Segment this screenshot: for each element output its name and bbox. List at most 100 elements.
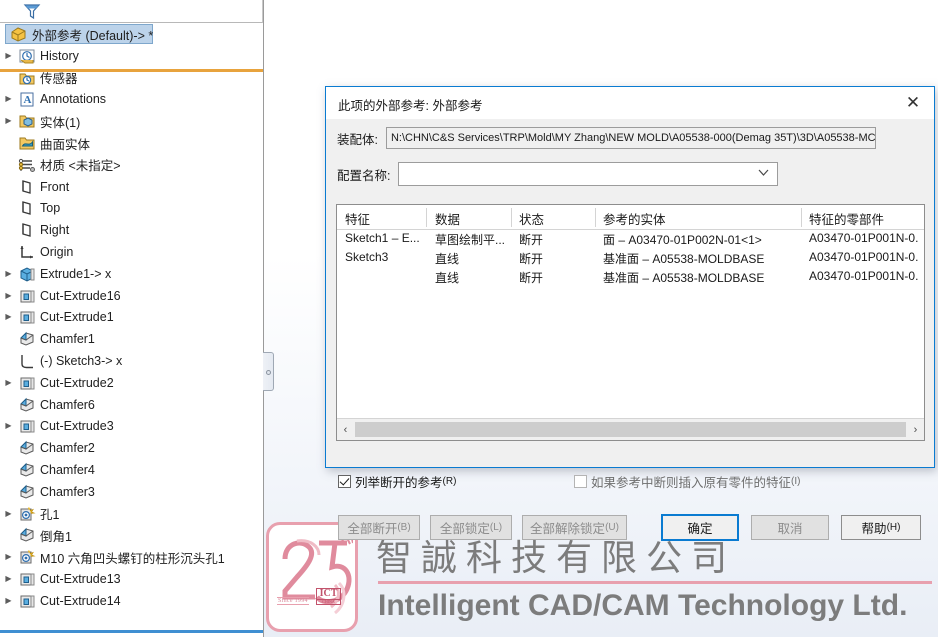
tree-item[interactable]: ▶Right — [0, 219, 263, 241]
expand-arrow-icon[interactable]: ▶ — [0, 596, 17, 605]
tree-item[interactable]: ▶Chamfer1 — [0, 328, 263, 350]
table-row[interactable]: 直线 断开 基准面 – A05538-MOLDBASE A03470-01P001N-… — [337, 268, 924, 287]
table-row[interactable]: Sketch1 – E... 草图绘制平... 断开 面 – A03470-01P00… — [337, 230, 924, 249]
table-row[interactable]: Sketch3 直线 断开 基准面 – A05538-MOLDBASE A03470-0… — [337, 249, 924, 268]
tree-item[interactable]: ▶Chamfer4 — [0, 459, 263, 481]
tree-item[interactable]: ▶ Cut-Extrude16 — [0, 285, 263, 307]
dialog-title: 此项的外部参考: 外部参考 — [338, 99, 483, 113]
hole-wizard-icon — [17, 505, 37, 523]
checkbox-box-icon[interactable] — [338, 475, 351, 488]
tree-item-label: Cut-Extrude14 — [40, 593, 121, 608]
insert-original-feature-checkbox[interactable]: 如果参考中断则插入原有零件的特征 (I) — [574, 472, 800, 491]
tree-item[interactable]: ▶ 孔1 — [0, 503, 263, 525]
table-horizontal-scrollbar[interactable]: ‹ › — [337, 418, 924, 440]
history-icon — [17, 47, 37, 65]
tree-item-label: 材质 <未指定> — [40, 159, 121, 174]
tree-item-label: Chamfer3 — [40, 484, 95, 499]
tree-item-label: Front — [40, 179, 70, 194]
badge-ict-small: CHINA — [322, 599, 335, 604]
tree-item[interactable]: ▶Front — [0, 176, 263, 198]
expand-arrow-icon[interactable]: ▶ — [0, 553, 17, 561]
table-column-header[interactable]: 状态 — [519, 209, 544, 228]
tree-item[interactable]: ▶ Cut-Extrude1 — [0, 307, 263, 329]
tree-rows: 外部参考 (Default)-> *▶History▶传感器▶AAnnotati… — [0, 23, 263, 612]
chamfer-icon — [17, 483, 37, 501]
tree-item[interactable]: ▶ Cut-Extrude2 — [0, 372, 263, 394]
application-window: Since 1994 ICT CHINA 智誠科技有限公司 Intelligen… — [0, 0, 938, 637]
tree-item[interactable]: ▶ A Annotations — [0, 89, 263, 111]
close-icon[interactable]: ✕ — [892, 87, 934, 118]
expand-arrow-icon[interactable]: ▶ — [0, 269, 17, 278]
tree-item[interactable]: ▶ History — [0, 45, 263, 67]
column-divider[interactable] — [511, 208, 512, 227]
tree-item-label: 曲面实体 — [40, 137, 91, 152]
scroll-left-icon[interactable]: ‹ — [337, 419, 354, 440]
external-references-dialog[interactable]: 此项的外部参考: 外部参考 ✕ 装配体: N:\CHN\C&S Services… — [325, 86, 935, 541]
feature-manager-tree-panel[interactable]: 外部参考 (Default)-> *▶History▶传感器▶AAnnotati… — [0, 0, 264, 637]
configuration-name-dropdown[interactable] — [398, 162, 779, 186]
lock-all-button[interactable]: 全部锁定 (L) — [430, 515, 512, 540]
funnel-icon[interactable] — [23, 3, 41, 20]
tree-item-root[interactable]: 外部参考 (Default)-> * — [0, 23, 263, 45]
expand-arrow-icon[interactable]: ▶ — [0, 291, 17, 300]
expand-arrow-icon[interactable]: ▶ — [0, 575, 17, 583]
tree-item[interactable]: ▶ Cut-Extrude3 — [0, 416, 263, 438]
help-button[interactable]: 帮助 (H) — [841, 515, 921, 540]
svg-text:A: A — [24, 94, 32, 106]
panel-splitter-handle[interactable] — [263, 352, 274, 391]
tree-item[interactable]: ▶ 实体(1) — [0, 110, 263, 132]
table-column-header[interactable]: 参考的实体 — [603, 209, 666, 228]
chamfer-icon — [17, 461, 37, 479]
table-cell-referenced-entity: 面 – A03470-01P002N-01<1> — [603, 233, 762, 247]
assembly-path-field[interactable]: N:\CHN\C&S Services\TRP\Mold\MY Zhang\NE… — [385, 127, 876, 149]
expand-arrow-icon[interactable]: ▶ — [0, 51, 17, 60]
tree-item-label: Cut-Extrude2 — [40, 375, 114, 390]
expand-arrow-icon[interactable]: ▶ — [0, 95, 17, 103]
break-all-hint: (B) — [397, 522, 411, 533]
tree-item[interactable]: ▶Chamfer3 — [0, 481, 263, 503]
insert-original-feature-hint: (I) — [791, 476, 801, 487]
tree-item[interactable]: ▶ Cut-Extrude14 — [0, 590, 263, 612]
references-table[interactable]: 特征 数据 状态 参考的实体 特征的零部件 Sketch1 – E... 草图绘制平...… — [336, 204, 925, 441]
cancel-button[interactable]: 取消 — [751, 515, 829, 540]
column-divider[interactable] — [595, 208, 596, 227]
tree-item[interactable]: ▶ Cut-Extrude13 — [0, 568, 263, 590]
tree-item[interactable]: ▶倒角1 — [0, 525, 263, 547]
table-column-header[interactable]: 特征 — [345, 209, 370, 228]
expand-arrow-icon[interactable]: ▶ — [0, 313, 17, 321]
table-column-header[interactable]: 特征的零部件 — [809, 209, 884, 228]
table-body[interactable]: Sketch1 – E... 草图绘制平... 断开 面 – A03470-01P00… — [337, 230, 924, 416]
tree-item[interactable]: ▶ Extrude1-> x — [0, 263, 263, 285]
checkbox-box-icon[interactable] — [574, 475, 587, 488]
splitter-dot-icon — [266, 370, 271, 375]
table-cell-data: 直线 — [435, 271, 460, 285]
list-broken-references-checkbox[interactable]: 列举断开的参考 (R) — [338, 472, 456, 491]
break-all-button[interactable]: 全部断开 (B) — [338, 515, 420, 540]
scrollbar-thumb[interactable] — [355, 422, 906, 437]
expand-arrow-icon[interactable]: ▶ — [0, 117, 17, 125]
column-divider[interactable] — [426, 208, 427, 227]
table-column-header[interactable]: 数据 — [435, 209, 460, 228]
tree-item[interactable]: ▶Chamfer2 — [0, 437, 263, 459]
tree-toolbar — [0, 0, 263, 23]
tree-scroll-area[interactable]: 外部参考 (Default)-> *▶History▶传感器▶AAnnotati… — [0, 23, 263, 637]
unlock-all-button[interactable]: 全部解除锁定 (U) — [522, 515, 627, 540]
list-broken-references-hint: (R) — [442, 476, 457, 487]
tree-item-label: History — [40, 48, 79, 63]
scroll-right-icon[interactable]: › — [907, 419, 924, 440]
tree-item-label: 实体(1) — [40, 115, 81, 130]
expand-arrow-icon[interactable]: ▶ — [0, 422, 17, 430]
tree-item[interactable]: ▶Top — [0, 198, 263, 220]
column-divider[interactable] — [801, 208, 802, 227]
ok-button[interactable]: 确定 — [661, 514, 739, 541]
tree-item[interactable]: ▶ M10 六角凹头螺钉的柱形沉头孔1 — [0, 546, 263, 568]
tree-item-label: (-) Sketch3-> x — [40, 354, 123, 369]
tree-item[interactable]: ▶材质 <未指定> — [0, 154, 263, 176]
expand-arrow-icon[interactable]: ▶ — [0, 509, 17, 518]
dialog-title-bar: 此项的外部参考: 外部参考 ✕ — [326, 87, 934, 119]
tree-item[interactable]: ▶Origin — [0, 241, 263, 263]
tree-item[interactable]: ▶Chamfer6 — [0, 394, 263, 416]
tree-item[interactable]: ▶(-) Sketch3-> x — [0, 350, 263, 372]
tree-item[interactable]: ▶曲面实体 — [0, 132, 263, 154]
expand-arrow-icon[interactable]: ▶ — [0, 378, 17, 387]
